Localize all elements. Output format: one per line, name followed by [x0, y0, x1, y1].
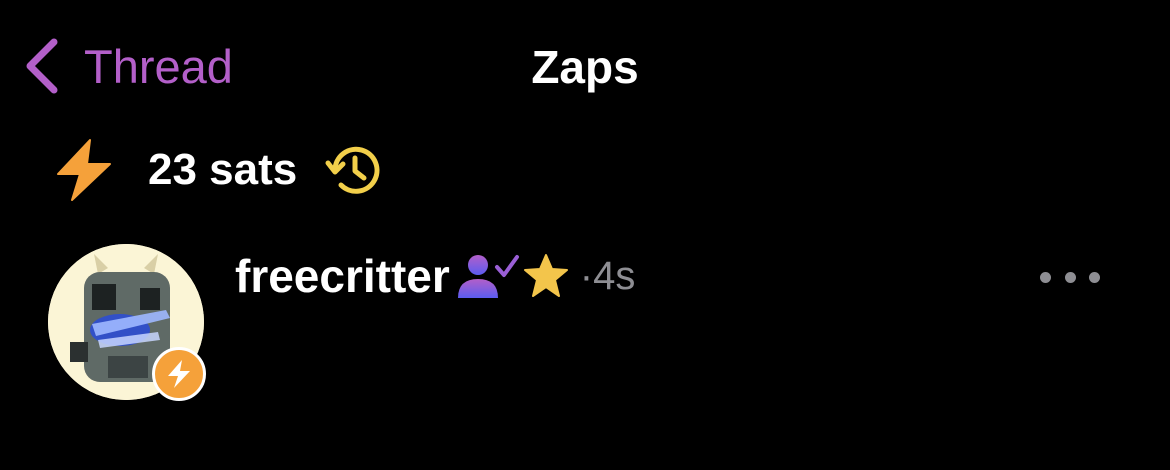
zapper-name[interactable]: freecritter: [235, 253, 450, 299]
timestamp: 4s: [593, 254, 636, 298]
zap-badge: [152, 347, 206, 401]
page-title: Zaps: [531, 41, 639, 93]
zap-total: 23 sats: [56, 138, 383, 202]
total-amount: 23 sats: [148, 145, 298, 194]
badges: [456, 252, 570, 300]
verified-user-icon: [457, 255, 519, 298]
zap-time: ·4s: [580, 256, 636, 296]
lightning-icon: [57, 139, 111, 201]
separator-dot: ·: [579, 254, 594, 298]
zap-list-item[interactable]: freecritter ·4s: [0, 240, 1170, 410]
more-options-button[interactable]: [1040, 262, 1100, 292]
zapper-info: freecritter ·4s: [235, 248, 635, 304]
lightning-icon: [168, 360, 190, 388]
star-icon: [523, 254, 568, 297]
history-clock-icon[interactable]: [325, 141, 383, 199]
ellipsis-icon: [1040, 271, 1051, 283]
